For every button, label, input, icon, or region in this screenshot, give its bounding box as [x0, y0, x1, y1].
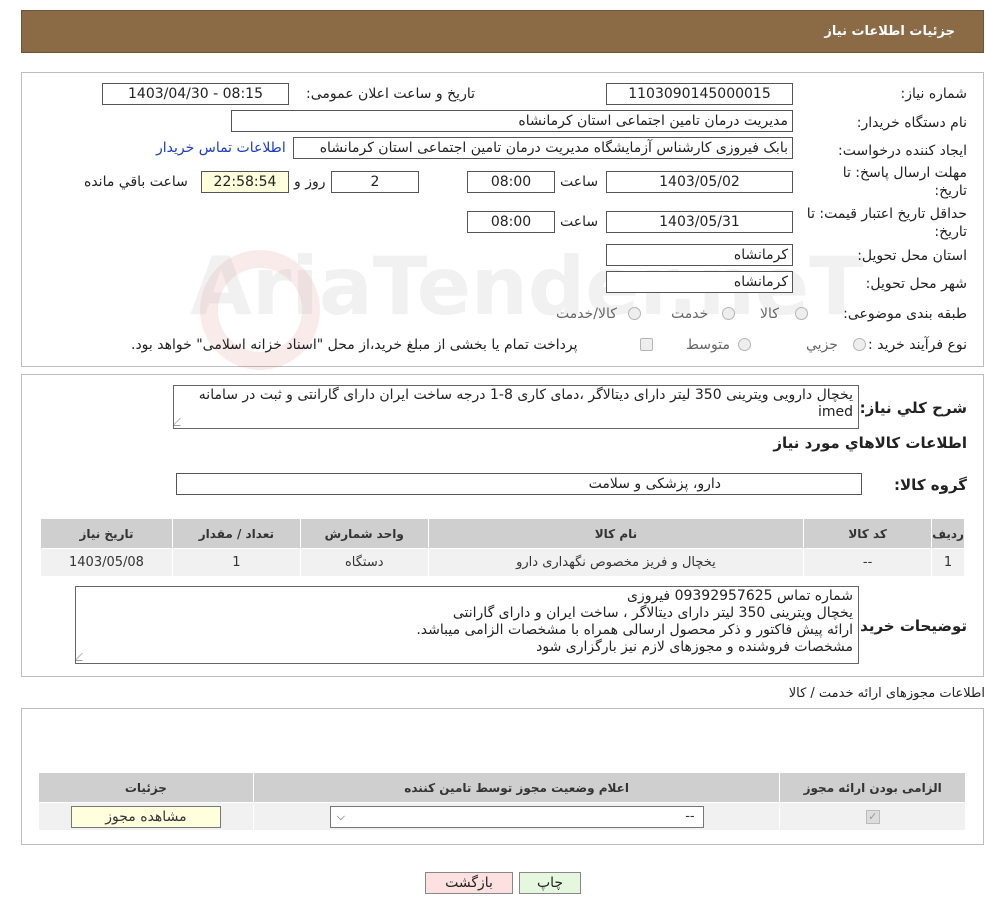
buyer-notes-field: شماره تماس 09392957625 فیروزی یخچال ویتر…: [75, 586, 859, 664]
goods-group-label: گروه کالا:: [894, 476, 967, 494]
view-permit-button[interactable]: مشاهده مجوز: [70, 805, 221, 828]
buyer-note-line: شماره تماس 09392957625 فیروزی: [627, 588, 853, 604]
cell-date: 1403/05/08: [40, 548, 173, 577]
buyer-org-label: نام دستگاه خریدار:: [856, 115, 967, 131]
validity-time-label: ساعت: [560, 214, 599, 230]
col-permit-details: جزئیات: [38, 772, 254, 803]
resize-handle-icon[interactable]: [174, 418, 188, 426]
table-row: 1 -- یخچال و فریز مخصوص نگهداری دارو دست…: [40, 548, 965, 577]
goods-table-header: رديف کد کالا نام کالا واحد شمارش تعداد /…: [40, 518, 965, 549]
category-radio-service[interactable]: [722, 307, 735, 320]
category-option-service: خدمت: [671, 306, 709, 322]
validity-label: حداقل تاریخ اعتبار قیمت: تا: [806, 206, 967, 222]
buyer-org-field: مدیریت درمان تامین اجتماعی استان کرمانشا…: [231, 110, 793, 132]
general-description-text: یخچال دارویی ویترینی 350 لیتر دارای دیتا…: [198, 387, 853, 420]
resize-handle-icon[interactable]: [76, 653, 90, 661]
validity-date-field: 1403/05/31: [606, 211, 793, 233]
permits-table-header: الزامی بودن ارائه مجوز اعلام وضعیت مجوز …: [38, 772, 966, 803]
city-field: کرمانشاه: [606, 271, 793, 293]
cell-row: 1: [931, 548, 965, 577]
deadline-date-field: 1403/05/02: [606, 171, 793, 193]
category-option-goods-service: کالا/خدمت: [556, 306, 617, 322]
deadline-label: مهلت ارسال پاسخ: تا: [842, 165, 967, 181]
permit-status-value: --: [685, 808, 695, 824]
treasury-note: پرداخت تمام یا بخشی از مبلغ خرید،از محل …: [131, 337, 578, 353]
remaining-label: ساعت باقي مانده: [84, 174, 188, 190]
cell-code: --: [803, 548, 933, 577]
col-unit: واحد شمارش: [299, 518, 429, 549]
permit-status-cell: -- ⌵: [252, 802, 781, 831]
deadline-label-date: تاریخ:: [934, 183, 967, 199]
category-option-goods: کالا: [760, 306, 779, 322]
col-permit-status: اعلام وضعیت مجوز توسط تامین کننده: [252, 772, 781, 803]
creator-label: ایجاد کننده درخواست:: [838, 143, 967, 159]
col-date: تاریخ نیاز: [40, 518, 173, 549]
buyer-note-line: ارائه پیش فاکتور و ذکر محصول ارسالی همرا…: [416, 622, 853, 638]
city-label: شهر محل تحویل:: [865, 276, 967, 292]
goods-section-title: اطلاعات کالاهاي مورد نياز: [773, 434, 967, 452]
permit-required-cell: ✓: [779, 802, 966, 831]
general-description-field: یخچال دارویی ویترینی 350 لیتر دارای دیتا…: [173, 385, 859, 429]
category-radio-goods-service[interactable]: [628, 307, 641, 320]
permits-section-title: اطلاعات مجوزهای ارائه خدمت / کالا: [788, 686, 985, 701]
col-name: نام کالا: [427, 518, 805, 549]
buyer-contact-link[interactable]: اطلاعات تماس خریدار: [156, 140, 286, 156]
announce-date-field: 1403/04/30 - 08:15: [102, 83, 289, 105]
days-label: روز و: [294, 174, 326, 190]
process-radio-minor[interactable]: [853, 338, 866, 351]
permit-status-select[interactable]: -- ⌵: [329, 805, 704, 828]
col-code: کد کالا: [803, 518, 933, 549]
deadline-time-label: ساعت: [560, 174, 599, 190]
process-option-medium: متوسط: [686, 337, 730, 353]
validity-time-field: 08:00: [467, 211, 555, 233]
col-row: رديف: [931, 518, 965, 549]
col-qty: تعداد / مقدار: [171, 518, 301, 549]
treasury-checkbox[interactable]: [640, 338, 653, 351]
category-radio-goods[interactable]: [795, 307, 808, 320]
province-field: کرمانشاه: [606, 244, 793, 266]
category-label: طبقه بندی موضوعی:: [843, 306, 967, 322]
permits-table: الزامی بودن ارائه مجوز اعلام وضعیت مجوز …: [38, 772, 966, 831]
page-header: جزئیات اطلاعات نیاز: [21, 10, 984, 53]
table-row: ✓ -- ⌵ مشاهده مجوز: [38, 802, 966, 831]
cell-qty: 1: [171, 548, 301, 577]
buyer-notes-label: توضیحات خریدار:: [840, 617, 967, 635]
validity-label-date: تاریخ:: [934, 224, 967, 240]
page-title: جزئیات اطلاعات نیاز: [824, 24, 955, 39]
general-description-label: شرح كلي نياز:: [859, 399, 967, 417]
province-label: استان محل تحویل:: [857, 248, 967, 264]
permit-required-checkbox: ✓: [865, 810, 880, 824]
process-option-minor: جزیي: [806, 337, 838, 353]
goods-table: رديف کد کالا نام کالا واحد شمارش تعداد /…: [40, 518, 965, 577]
process-radio-medium[interactable]: [738, 338, 751, 351]
announce-date-label: تاریخ و ساعت اعلان عمومی:: [306, 86, 475, 102]
remaining-time-field: 22:58:54: [201, 171, 289, 193]
col-permit-required: الزامی بودن ارائه مجوز: [779, 772, 966, 803]
goods-group-field: دارو، پزشکی و سلامت: [176, 473, 862, 495]
creator-field: بابک فیروزی کارشناس آزمایشگاه مدیریت درم…: [293, 137, 793, 159]
buyer-note-line: مشخصات فروشنده و مجوزهای لازم نیز بارگزا…: [536, 639, 853, 655]
cell-unit: دستگاه: [299, 548, 429, 577]
need-number-field: 1103090145000015: [606, 83, 793, 105]
back-button[interactable]: بازگشت: [425, 872, 513, 894]
remaining-days-field: 2: [331, 171, 419, 193]
need-number-label: شماره نیاز:: [900, 86, 968, 102]
permit-details-cell: مشاهده مجوز: [38, 802, 254, 831]
process-type-label: نوع فرآیند خرید :: [868, 337, 967, 353]
cell-name: یخچال و فریز مخصوص نگهداری دارو: [427, 548, 805, 577]
print-button[interactable]: چاپ: [519, 872, 581, 894]
deadline-time-field: 08:00: [467, 171, 555, 193]
chevron-down-icon: ⌵: [336, 809, 345, 823]
buyer-note-line: یخچال ویترینی 350 لیتر دارای دیتالاگر ، …: [452, 605, 853, 621]
